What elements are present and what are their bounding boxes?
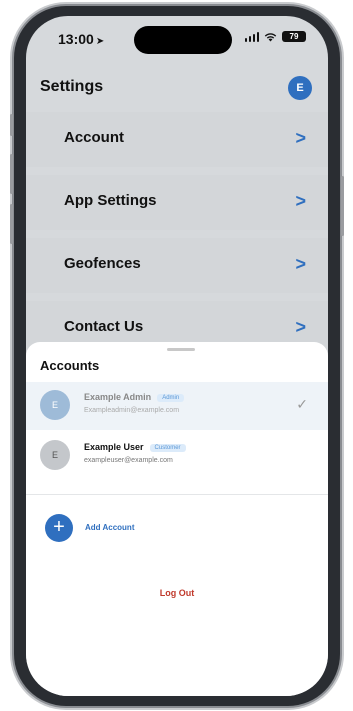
menu-item-geofences[interactable]: Geofences > bbox=[26, 238, 328, 293]
account-name: Example User Customer bbox=[84, 442, 186, 452]
sheet-title: Accounts bbox=[40, 358, 100, 373]
divider bbox=[26, 494, 328, 495]
chevron-right-icon: > bbox=[295, 128, 306, 148]
add-account-label: Add Account bbox=[85, 523, 135, 532]
chevron-right-icon: > bbox=[295, 191, 306, 211]
account-email: exampleuser@example.com bbox=[84, 457, 173, 464]
cellular-signal-icon bbox=[244, 31, 259, 42]
status-time-text: 13:00 bbox=[58, 31, 94, 47]
accounts-sheet: Accounts E Example Admin Admin Exampleadm… bbox=[26, 342, 328, 696]
status-bar: 13:00 ➤ 79 bbox=[26, 16, 328, 62]
location-arrow-icon: ➤ bbox=[95, 36, 105, 47]
phone-frame: 13:00 ➤ 79 Settings E Account > App Sett… bbox=[10, 6, 344, 706]
sheet-grabber-handle[interactable] bbox=[167, 348, 195, 351]
volume-down-button bbox=[10, 204, 13, 244]
account-name: Example Admin Admin bbox=[84, 392, 185, 402]
battery-icon: 79 bbox=[282, 31, 306, 42]
power-button bbox=[341, 176, 344, 236]
plus-icon: + bbox=[45, 514, 73, 542]
volume-up-button bbox=[10, 154, 13, 194]
wifi-icon bbox=[264, 32, 277, 41]
avatar[interactable]: E bbox=[288, 76, 312, 100]
menu-item-label: Account bbox=[64, 129, 124, 146]
role-badge: Admin bbox=[157, 394, 185, 402]
settings-menu: Account > App Settings > Geofences > Con… bbox=[26, 112, 328, 364]
account-email: Exampleadmin@example.com bbox=[84, 407, 180, 414]
chevron-right-icon: > bbox=[295, 317, 306, 337]
account-row-admin[interactable]: E Example Admin Admin Exampleadmin@exampl… bbox=[26, 382, 328, 430]
settings-header: Settings E bbox=[26, 74, 328, 104]
action-button bbox=[10, 114, 13, 136]
role-badge: Customer bbox=[149, 444, 186, 452]
menu-item-app-settings[interactable]: App Settings > bbox=[26, 175, 328, 230]
logout-button[interactable]: Log Out bbox=[26, 588, 328, 598]
menu-item-label: Contact Us bbox=[64, 318, 144, 335]
status-indicators: 79 bbox=[244, 31, 306, 42]
account-row-user[interactable]: E Example User Customer exampleuser@examp… bbox=[26, 432, 328, 480]
account-name-text: Example Admin bbox=[84, 392, 152, 402]
menu-item-label: App Settings bbox=[64, 192, 157, 209]
avatar: E bbox=[40, 440, 70, 470]
chevron-right-icon: > bbox=[295, 254, 306, 274]
menu-item-label: Geofences bbox=[64, 255, 141, 272]
status-time: 13:00 ➤ bbox=[58, 31, 104, 47]
add-account-button[interactable]: + Add Account bbox=[26, 512, 328, 546]
screen: 13:00 ➤ 79 Settings E Account > App Sett… bbox=[26, 16, 328, 696]
menu-item-account[interactable]: Account > bbox=[26, 112, 328, 167]
account-name-text: Example User bbox=[84, 442, 144, 452]
checkmark-icon: ✓ bbox=[296, 396, 308, 412]
avatar: E bbox=[40, 390, 70, 420]
dynamic-island bbox=[134, 26, 232, 54]
page-title: Settings bbox=[40, 78, 104, 95]
